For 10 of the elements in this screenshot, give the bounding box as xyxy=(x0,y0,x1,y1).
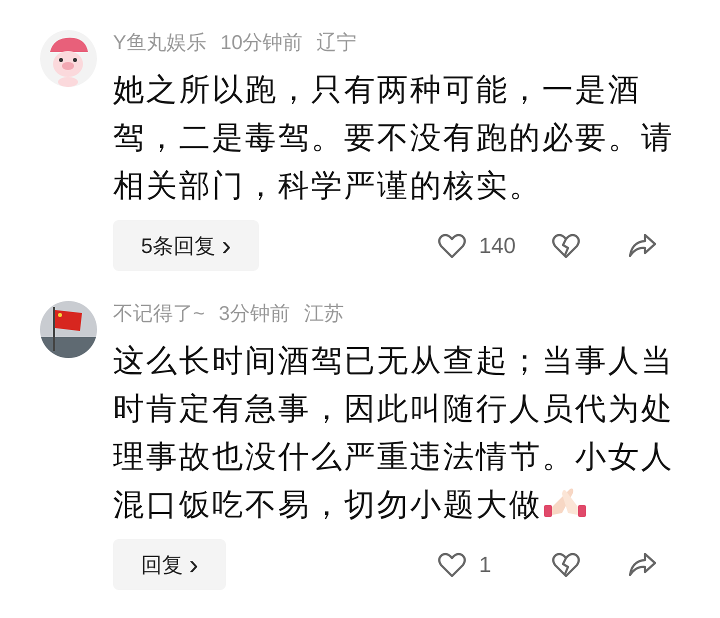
timestamp: 3分钟前 xyxy=(218,302,290,327)
timestamp: 10分钟前 xyxy=(220,31,303,56)
region-label: 江苏 xyxy=(304,302,344,327)
region-label: 辽宁 xyxy=(316,31,357,56)
like-count: 140 xyxy=(479,232,516,258)
like-count: 1 xyxy=(479,552,492,578)
replies-button[interactable]: 5条回复 › xyxy=(113,220,260,271)
comment-text: 这么长时间酒驾已无从查起；当事人当时肯定有急事，因此叫随行人员代为处理事故也没什么严重违法情节。小女人混口饭吃不易，切勿小题大做 xyxy=(113,342,675,524)
replies-button[interactable]: 回复 › xyxy=(113,539,226,590)
comment-text: 她之所以跑，只有两种可能，一是酒驾，二是毒驾。要不没有跑的必要。请相关部门，科学严谨的核实。 xyxy=(113,71,675,205)
